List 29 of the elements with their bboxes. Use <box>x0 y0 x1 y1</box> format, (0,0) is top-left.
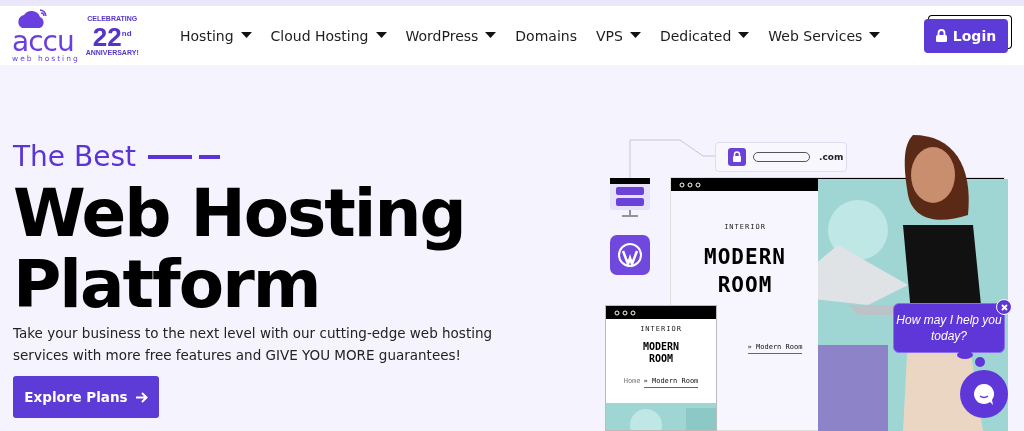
chat-icon <box>972 382 996 406</box>
nav-link[interactable]: Web Services <box>768 27 881 44</box>
lock-icon <box>935 29 947 42</box>
close-icon <box>1000 303 1008 311</box>
mockup-title: MODERN ROOM <box>642 341 680 365</box>
bubble-tail-icon <box>955 352 985 368</box>
hero-title: Web Hosting Platform <box>13 178 466 320</box>
lock-icon <box>728 148 746 166</box>
nav-link[interactable]: VPS <box>595 27 641 44</box>
mockup-title: MODERN ROOM <box>704 244 786 299</box>
nav-link[interactable]: Domains <box>515 27 577 44</box>
nav-link[interactable]: Cloud Hosting <box>270 27 387 44</box>
window-dots-icon <box>679 181 701 188</box>
nav-link[interactable]: Dedicated <box>659 27 750 44</box>
arrow-right-icon <box>135 391 148 403</box>
domain-suffix: .com <box>819 152 844 162</box>
hero-description: Take your business to the next level with our cutting-edge web hosting services with more free features and GIVE YOU MORE guarantees! <box>13 324 494 365</box>
chat-bubble: How may I help you today? <box>893 303 1005 353</box>
server-icon <box>610 178 650 218</box>
anniversary-number: 22$^{nd}$ <box>92 22 132 49</box>
nav-link[interactable]: WordPress <box>405 27 497 44</box>
logo-wordmark: accu <box>12 30 74 54</box>
hero-eyebrow: The Best <box>13 142 136 172</box>
explore-plans-button[interactable]: Explore Plans <box>13 376 159 418</box>
dash-decoration <box>148 154 220 160</box>
wordpress-icon <box>610 235 650 275</box>
window-dots-icon <box>614 309 636 316</box>
nav-link[interactable]: Hosting <box>180 27 252 44</box>
close-button[interactable] <box>996 299 1012 315</box>
